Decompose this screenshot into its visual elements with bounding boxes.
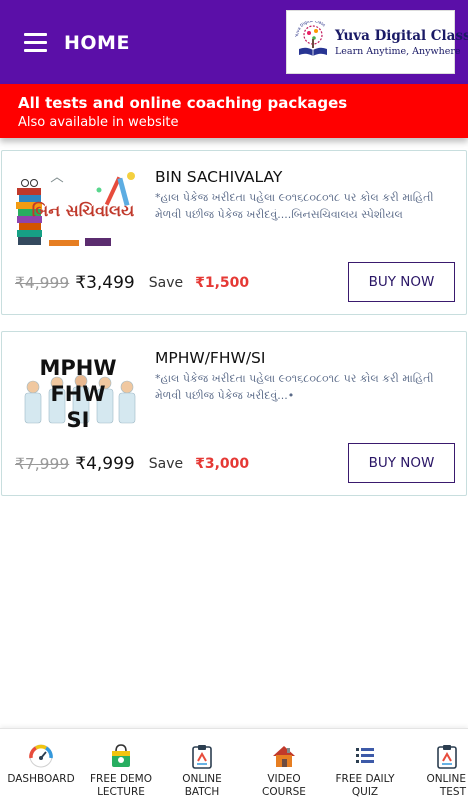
buy-now-button[interactable]: BUY NOW [348, 443, 455, 483]
package-card[interactable]: MPHW FHW SI MPHW/FHW/SI *હાલ પેકેજ ખરીદત… [1, 331, 467, 496]
price-row: ₹7,999 ₹4,999 Save ₹3,000 [15, 451, 249, 477]
thumb-line-1: MPHW [39, 356, 116, 380]
bottom-navigation: DASHBOARD FREE DEMO LECTURE ONLINE BATCH… [0, 728, 468, 800]
nav-label: FREE DEMO LECTURE [90, 773, 152, 798]
discounted-price: ₹4,999 [75, 454, 135, 474]
book-tree-logo-icon: Yuva Digital Class [295, 21, 327, 56]
house-icon [273, 746, 295, 767]
save-amount: ₹1,500 [195, 275, 250, 291]
thumb-line-3: SI [67, 408, 90, 431]
app-header: HOME Yuva Digital Class Yuva Digital Cla… [0, 0, 468, 84]
nav-label: ONLINE TEST [426, 773, 466, 798]
nav-online-test[interactable]: ONLINE TEST [405, 729, 468, 800]
books-illustration-icon: બિન સચિવાલય [15, 168, 141, 250]
nav-video-course[interactable]: VIDEO COURSE [243, 729, 325, 800]
shopping-bag-icon [112, 744, 130, 767]
thumb-line-2: FHW [50, 382, 105, 406]
hamburger-menu-icon[interactable] [24, 33, 48, 53]
dashboard-gauge-icon [29, 744, 53, 768]
buy-now-button[interactable]: BUY NOW [348, 262, 455, 302]
package-description: *હાલ પેકેજ ખરીદતા પહેલા ૯૦૧૬૮૦૮૦૧૮ પર કો… [155, 191, 434, 221]
clipboard-icon [192, 745, 212, 769]
nav-label: FREE DAILY QUIZ [335, 773, 395, 798]
info-banner: All tests and online coaching packages A… [0, 84, 468, 138]
brand-logo: Yuva Digital Class Yuva Digital Class Le… [286, 10, 468, 74]
nav-label: DASHBOARD [7, 773, 75, 785]
save-label: Save [148, 275, 184, 291]
thumb-text: બિન સચિવાલય [32, 201, 134, 220]
banner-title: All tests and online coaching packages [18, 94, 348, 112]
package-thumbnail: બિન સચિવાલય [15, 168, 141, 250]
original-price: ₹7,999 [15, 455, 70, 473]
package-title: BIN SACHIVALAY [155, 168, 283, 186]
logo-name: Yuva Digital Class [335, 28, 468, 44]
package-description: *હાલ પેકેજ ખરીદતા પહેલા ૯૦૧૬૮૦૮૦૧૮ પર કો… [155, 372, 434, 402]
nav-label: ONLINE BATCH [182, 773, 222, 798]
page-title: HOME [64, 32, 130, 54]
discounted-price: ₹3,499 [75, 273, 135, 293]
nav-free-demo-lecture[interactable]: FREE DEMO LECTURE [80, 729, 162, 800]
package-thumbnail: MPHW FHW SI [15, 349, 141, 431]
nav-online-batch[interactable]: ONLINE BATCH [161, 729, 243, 800]
price-row: ₹4,999 ₹3,499 Save ₹1,500 [15, 270, 249, 296]
clipboard-icon [437, 745, 457, 769]
nav-free-daily-quiz[interactable]: FREE DAILY QUIZ [324, 729, 406, 800]
package-title: MPHW/FHW/SI [155, 349, 266, 367]
save-amount: ₹3,000 [195, 456, 250, 472]
save-label: Save [148, 456, 184, 472]
list-icon [356, 748, 374, 763]
nav-dashboard[interactable]: DASHBOARD [0, 729, 82, 800]
original-price: ₹4,999 [15, 274, 70, 292]
home-screen: HOME Yuva Digital Class Yuva Digital Cla… [0, 0, 468, 800]
banner-subtitle: Also available in website [18, 115, 179, 130]
nav-label: VIDEO COURSE [262, 773, 306, 798]
package-card[interactable]: બિન સચિવાલય BIN SACHIVALAY *હાલ પેકેજ ખર… [1, 150, 467, 315]
logo-tagline: Learn Anytime, Anywhere [335, 46, 461, 57]
health-workers-illustration-icon: MPHW FHW SI [15, 349, 141, 431]
